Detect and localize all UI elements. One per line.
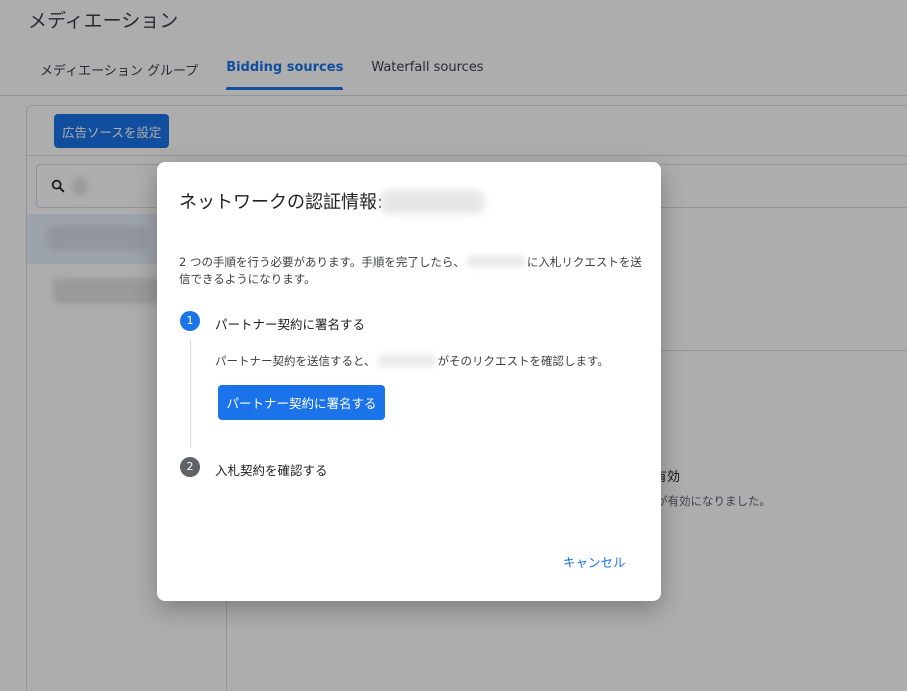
- dialog-intro: 2 つの手順を行う必要があります。手順を完了したら、 に入札リクエストを送信できる…: [179, 254, 649, 288]
- step-2-number: 2: [180, 457, 200, 477]
- step-1-number: 1: [180, 311, 200, 331]
- stepper-connector: [190, 340, 191, 448]
- cancel-button[interactable]: キャンセル: [555, 548, 634, 575]
- dialog-title: ネットワークの認証情報:: [179, 192, 384, 213]
- credentials-dialog: ネットワークの認証情報: 2 つの手順を行う必要があります。手順を完了したら、に…: [157, 162, 661, 601]
- step-1-desc-end: がそのリクエストを確認します。: [437, 354, 609, 368]
- step-1-label: パートナー契約に署名する: [215, 317, 366, 332]
- step-2-label: 入札契約を確認する: [215, 463, 328, 478]
- network-name-redacted: [466, 255, 525, 268]
- intro-text-start: 2 つの手順を行う必要があります。手順を完了したら、: [179, 255, 465, 269]
- step-1-desc-start: パートナー契約を送信すると、: [215, 354, 376, 368]
- network-name-redacted: [380, 190, 484, 214]
- step-1-description: パートナー契約を送信すると、 がそのリクエストを確認します。: [215, 353, 609, 369]
- network-name-redacted: [377, 354, 436, 367]
- sign-partner-agreement-button[interactable]: パートナー契約に署名する: [218, 385, 385, 420]
